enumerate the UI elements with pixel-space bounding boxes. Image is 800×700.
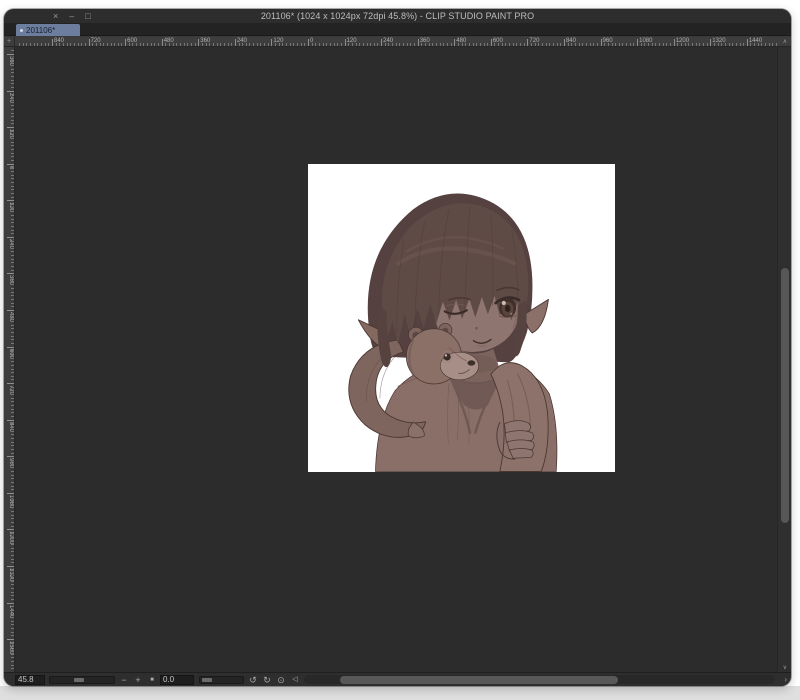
vertical-scrollbar[interactable]: ∨ <box>777 47 791 672</box>
status-bar: 45.8 − + ■ 0.0 ↺ ↻ ⊙ ◁ › <box>4 672 791 686</box>
fit-to-screen-button[interactable]: ■ <box>146 674 158 686</box>
tab-modified-dot-icon <box>20 28 23 32</box>
top-ruler: 840 720 600 480 360 240 120 0 120 240 360 480 600 720… <box>15 37 777 46</box>
rotate-ccw-button[interactable]: ↺ <box>247 674 259 686</box>
top-ruler-row: + 840 720 600 480 360 240 120 0 120 240 360 480 600 7… <box>4 36 791 47</box>
scroll-down-icon[interactable]: ∨ <box>783 664 787 671</box>
rotation-slider-thumb[interactable] <box>202 678 212 682</box>
zoom-slider[interactable] <box>49 676 115 684</box>
title-bar: × – □ 201106* (1024 x 1024px 72dpi 45.8%… <box>4 9 791 23</box>
tab-label: 201106* <box>26 25 56 35</box>
reset-rotation-button[interactable]: ⊙ <box>275 674 287 686</box>
desktop-strip <box>0 686 800 700</box>
zoom-out-button[interactable]: − <box>118 674 130 686</box>
zoom-in-button[interactable]: + <box>132 674 144 686</box>
ruler-origin-icon: + <box>4 37 15 47</box>
scroll-right-icon[interactable]: › <box>784 675 787 684</box>
document-tab[interactable]: 201106* <box>16 24 80 36</box>
main-area: 3602401200120240360480600720840960108012… <box>4 47 791 672</box>
tab-bar: 201106* <box>4 23 791 36</box>
left-ruler: 3602401200120240360480600720840960108012… <box>4 47 15 672</box>
zoom-slider-thumb[interactable] <box>74 678 84 682</box>
horizontal-scrollbar-thumb[interactable] <box>340 676 618 684</box>
app-window: × – □ 201106* (1024 x 1024px 72dpi 45.8%… <box>4 9 791 686</box>
rotation-value-input[interactable]: 0.0 <box>160 675 194 685</box>
page: { "window": { "title": "201106* (1024 x … <box>0 0 800 700</box>
zoom-value-input[interactable]: 45.8 <box>15 675 45 685</box>
flip-horizontal-button[interactable]: ◁ <box>289 674 301 686</box>
scroll-up-icon[interactable]: ∧ <box>783 38 787 46</box>
rotate-cw-button[interactable]: ↻ <box>261 674 273 686</box>
rotation-slider[interactable] <box>199 676 244 684</box>
canvas-artwork <box>308 164 615 472</box>
canvas-viewport[interactable] <box>15 47 777 672</box>
canvas-surface[interactable] <box>308 164 615 472</box>
vertical-scrollbar-thumb[interactable] <box>781 268 789 523</box>
window-title: 201106* (1024 x 1024px 72dpi 45.8%) - CL… <box>260 11 535 21</box>
